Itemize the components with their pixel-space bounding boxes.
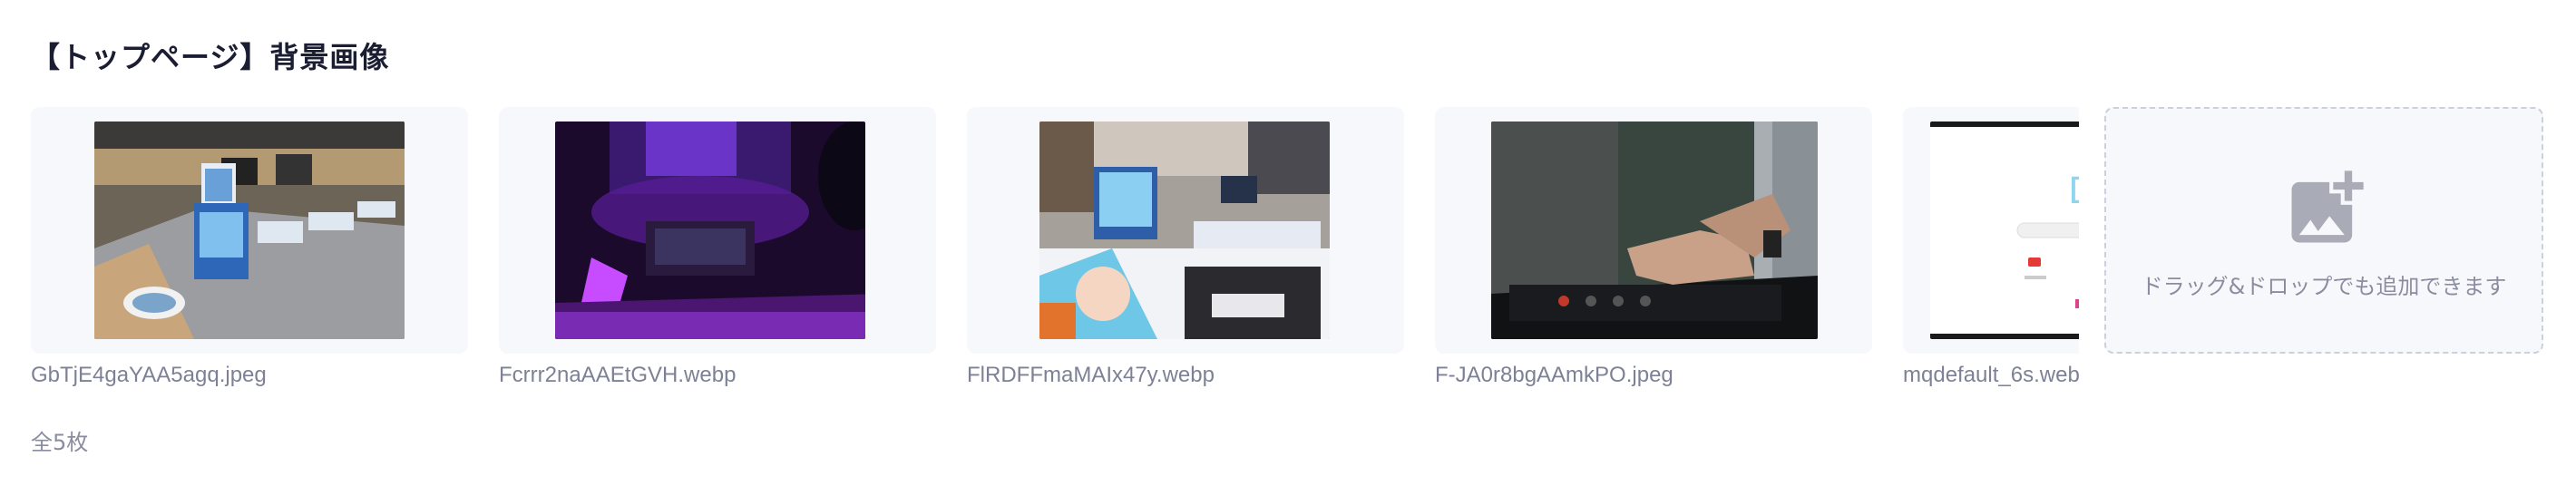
image-thumbnail-purple-stage[interactable]: [555, 122, 865, 339]
image-filename: FlRDFFmaMAIx47y.webp: [967, 363, 1215, 387]
image-card[interactable]: [1435, 107, 1872, 354]
image-thumbnail-dj-mixer[interactable]: [1491, 122, 1818, 339]
image-card[interactable]: [499, 107, 936, 354]
image-card[interactable]: [31, 107, 468, 354]
add-photo-icon: [2280, 163, 2371, 254]
image-count: 全5枚: [31, 430, 89, 455]
image-filename: Fcrrr2naAAEtGVH.webp: [499, 363, 737, 387]
image-thumbnail-anime-booth[interactable]: [1039, 122, 1330, 339]
image-thumbnail-booth-table[interactable]: [94, 122, 405, 339]
image-card[interactable]: [967, 107, 1404, 354]
image-filename: GbTjE4gaYAA5agq.jpeg: [31, 363, 267, 387]
svg-text:D: D: [2068, 170, 2079, 212]
dropzone-label: ドラッグ&ドロップでも追加できます: [2141, 274, 2507, 299]
image-filename: mqdefault_6s.webp: [1903, 363, 2079, 387]
dropzone[interactable]: ドラッグ&ドロップでも追加できます: [2104, 107, 2543, 354]
image-strip[interactable]: GbTjE4gaYAA5agq.jpeg Fcrrr2naAAEtGVH.web…: [0, 0, 2079, 399]
image-thumbnail-web-screenshot[interactable]: D: [1930, 122, 2079, 339]
image-card[interactable]: D: [1903, 107, 2079, 354]
image-filename: F-JA0r8bgAAmkPO.jpeg: [1435, 363, 1673, 387]
